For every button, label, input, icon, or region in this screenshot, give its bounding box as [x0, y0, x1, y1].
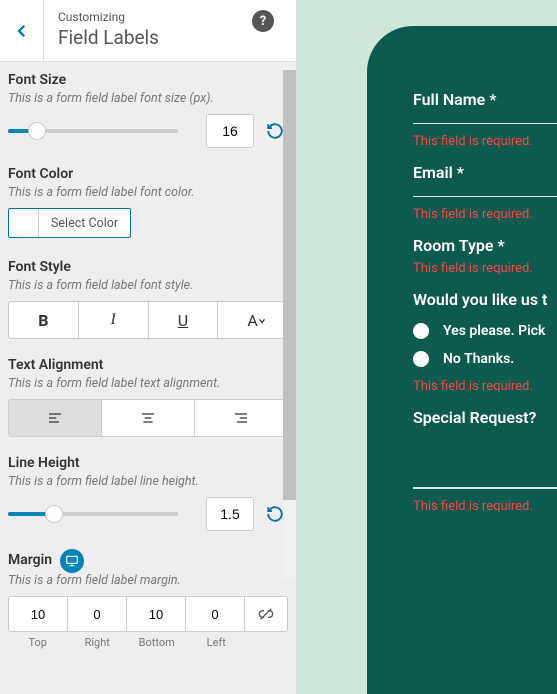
form-card: Full Name * This field is required. Emai…: [367, 26, 557, 694]
field-question: Would you like us t Yes please. Pick No …: [413, 290, 557, 394]
chevron-left-icon: [13, 22, 31, 40]
margin-bottom-sublabel: Bottom: [127, 636, 187, 649]
label-full-name: Full Name *: [413, 90, 557, 109]
margin-label: Margin: [8, 552, 52, 568]
slider-thumb[interactable]: [28, 122, 46, 140]
error-room-type: This field is required.: [413, 261, 557, 276]
line-height-desc: This is a form field label line height.: [8, 474, 288, 489]
radio-option-2[interactable]: No Thanks.: [413, 351, 557, 367]
input-line[interactable]: [413, 123, 557, 124]
margin-inputs: [8, 596, 288, 632]
font-style-group: B I U A: [8, 301, 288, 339]
font-color-desc: This is a form field label font color.: [8, 185, 288, 200]
field-room-type: Room Type * This field is required.: [413, 236, 557, 276]
radio-label-2: No Thanks.: [443, 351, 514, 367]
radio-option-1[interactable]: Yes please. Pick: [413, 323, 557, 339]
align-left-icon: [47, 410, 63, 426]
radio-icon: [413, 351, 429, 367]
section-font-size: Font Size This is a form field label fon…: [8, 72, 288, 148]
margin-left-sublabel: Left: [187, 636, 247, 649]
margin-left-input[interactable]: [186, 597, 244, 631]
font-style-label: Font Style: [8, 259, 288, 275]
align-right-button[interactable]: [195, 400, 287, 436]
error-full-name: This field is required.: [413, 134, 557, 149]
margin-right-input[interactable]: [68, 597, 126, 631]
breadcrumb: Customizing: [58, 10, 282, 24]
error-question: This field is required.: [413, 379, 557, 394]
back-button[interactable]: [0, 0, 44, 61]
text-align-desc: This is a form field label text alignmen…: [8, 376, 288, 391]
text-align-label: Text Alignment: [8, 357, 288, 373]
panel-header: Customizing Field Labels ?: [0, 0, 296, 62]
font-size-desc: This is a form field label font size (px…: [8, 91, 288, 106]
device-desktop-button[interactable]: [60, 549, 84, 573]
color-picker[interactable]: Select Color: [8, 208, 131, 238]
text-align-group: [8, 399, 288, 437]
radio-label-1: Yes please. Pick: [443, 323, 545, 339]
desktop-icon: [65, 554, 79, 568]
section-text-align: Text Alignment This is a form field labe…: [8, 357, 288, 437]
field-special: Special Request? This field is required.: [413, 408, 557, 514]
align-right-icon: [233, 410, 249, 426]
page-title: Field Labels: [58, 26, 282, 49]
align-center-button[interactable]: [102, 400, 195, 436]
italic-button[interactable]: I: [79, 302, 149, 338]
font-size-input[interactable]: [206, 114, 254, 148]
label-special: Special Request?: [413, 408, 557, 427]
radio-icon: [413, 323, 429, 339]
section-font-style: Font Style This is a form field label fo…: [8, 259, 288, 339]
label-room-type: Room Type *: [413, 236, 557, 255]
margin-top-sublabel: Top: [8, 636, 68, 649]
section-margin: Margin This is a form field label margin…: [8, 549, 288, 649]
margin-link-button[interactable]: [245, 597, 287, 631]
margin-right-sublabel: Right: [68, 636, 128, 649]
bold-button[interactable]: B: [9, 302, 79, 338]
preview-pane: Full Name * This field is required. Emai…: [297, 0, 557, 694]
lowercase-button[interactable]: A: [218, 302, 287, 338]
label-email: Email *: [413, 163, 557, 182]
underline-button[interactable]: U: [149, 302, 219, 338]
unlink-icon: [258, 606, 274, 622]
reset-icon: [266, 505, 284, 523]
error-email: This field is required.: [413, 207, 557, 222]
section-font-color: Font Color This is a form field label fo…: [8, 166, 288, 241]
font-color-label: Font Color: [8, 166, 288, 182]
reset-icon: [266, 122, 284, 140]
line-height-label: Line Height: [8, 455, 288, 471]
scrollbar-thumb[interactable]: [283, 70, 296, 500]
line-height-slider[interactable]: [8, 504, 198, 524]
slider-thumb[interactable]: [45, 505, 63, 523]
font-style-desc: This is a form field label font style.: [8, 278, 288, 293]
font-size-label: Font Size: [8, 72, 288, 88]
margin-desc: This is a form field label margin.: [8, 573, 288, 588]
panel-body: Font Size This is a form field label fon…: [0, 62, 296, 694]
font-size-slider[interactable]: [8, 121, 198, 141]
error-special: This field is required.: [413, 499, 557, 514]
customizer-panel: Customizing Field Labels ? Font Size Thi…: [0, 0, 297, 694]
line-height-input[interactable]: [206, 497, 254, 531]
input-line[interactable]: [413, 487, 557, 489]
section-line-height: Line Height This is a form field label l…: [8, 455, 288, 531]
input-line[interactable]: [413, 196, 557, 197]
scrollbar[interactable]: [283, 70, 296, 580]
margin-sublabels: Top Right Bottom Left: [8, 636, 288, 649]
color-picker-label: Select Color: [39, 209, 130, 237]
color-swatch: [9, 209, 39, 237]
margin-top-input[interactable]: [9, 597, 67, 631]
align-center-icon: [140, 410, 156, 426]
field-full-name: Full Name * This field is required.: [413, 90, 557, 149]
help-button[interactable]: ?: [252, 10, 274, 32]
label-question: Would you like us t: [413, 290, 557, 309]
margin-bottom-input[interactable]: [127, 597, 185, 631]
align-left-button[interactable]: [9, 400, 102, 436]
field-email: Email * This field is required.: [413, 163, 557, 222]
